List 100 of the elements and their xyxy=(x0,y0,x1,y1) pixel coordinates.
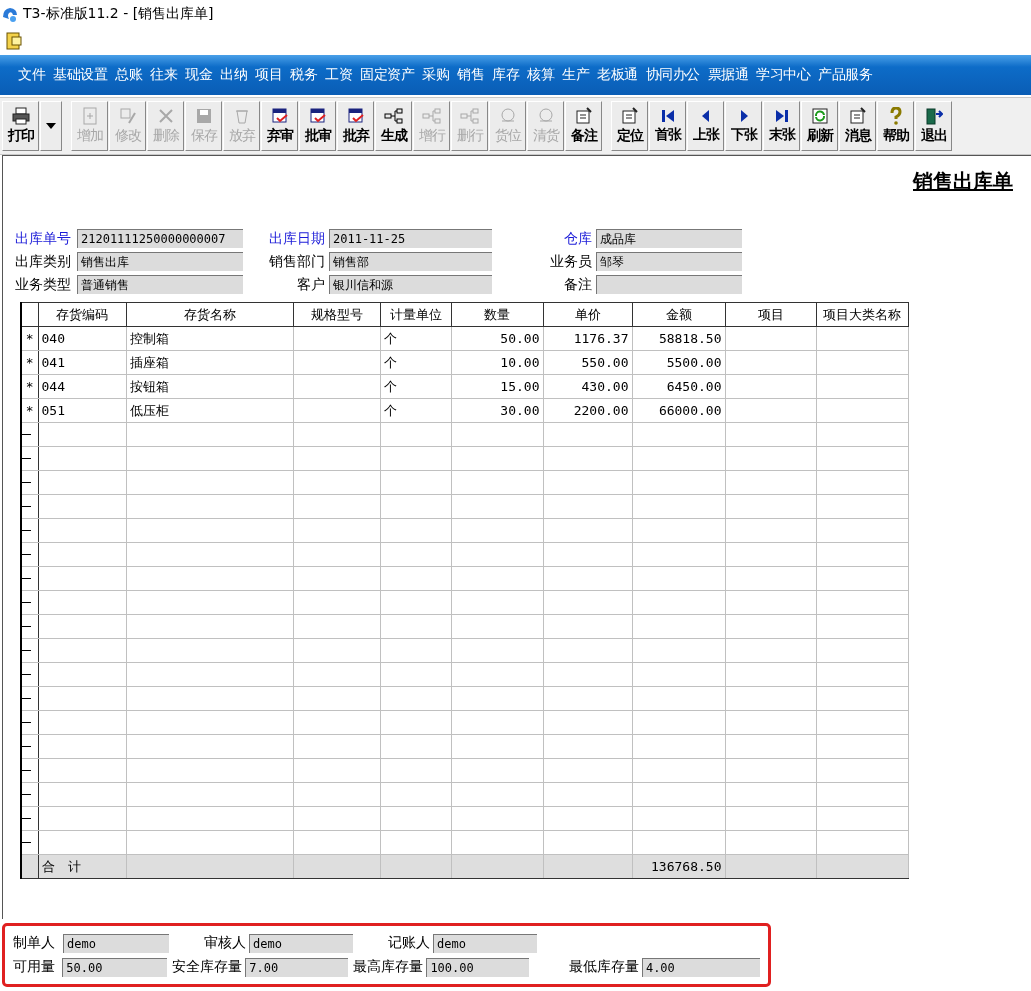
field-label: 出库单号 xyxy=(15,229,72,248)
toolbar-button[interactable]: 帮助 xyxy=(877,101,914,151)
column-header[interactable]: 项目 xyxy=(725,302,816,327)
column-header[interactable]: 项目大类名称 xyxy=(816,302,908,327)
menu-item[interactable]: 产品服务 xyxy=(814,66,876,84)
toolbar-button[interactable]: 上张 xyxy=(687,101,724,151)
input-field[interactable]: demo xyxy=(249,933,353,953)
table-cell: 6450.00 xyxy=(666,379,722,394)
toolbar-button[interactable]: 退出 xyxy=(915,101,952,151)
input-field[interactable]: 邹琴 xyxy=(596,252,742,271)
column-header[interactable]: 单价 xyxy=(543,302,632,327)
column-header[interactable]: 金额 xyxy=(632,302,725,327)
column-header[interactable]: 存货编码 xyxy=(38,302,126,327)
delete-icon xyxy=(156,107,175,125)
column-header[interactable]: 计量单位 xyxy=(380,302,451,327)
menu-item[interactable]: 核算 xyxy=(523,66,558,84)
menu-item[interactable]: 项目 xyxy=(251,66,286,84)
row-marker: * xyxy=(21,374,38,399)
menu-item[interactable]: 往来 xyxy=(146,66,181,84)
checked-form-icon xyxy=(308,107,327,125)
menu-item[interactable]: 销售 xyxy=(453,66,488,84)
menu-item[interactable]: 协同办公 xyxy=(641,66,704,84)
input-field[interactable]: 2011-11-25 xyxy=(329,229,492,248)
column-header[interactable]: 规格型号 xyxy=(293,302,380,327)
field-label: 制单人 xyxy=(13,934,56,952)
input-field[interactable]: 4.00 xyxy=(641,957,760,977)
toolbar-button[interactable]: 刷新 xyxy=(801,101,838,151)
table-cell: 按钮箱 xyxy=(129,378,169,394)
menu-item[interactable]: 基础设置 xyxy=(49,66,111,84)
menu-item[interactable]: 出纳 xyxy=(216,66,251,84)
field-label: 业务类型 xyxy=(15,275,72,294)
input-field[interactable]: 银川信和源 xyxy=(329,275,492,294)
printer-icon xyxy=(10,107,31,125)
field-label: 记账人 xyxy=(387,934,431,952)
input-field[interactable]: demo xyxy=(433,933,537,953)
input-field[interactable]: 50.00 xyxy=(62,957,167,977)
edit-icon xyxy=(118,107,137,125)
field-label: 出库类别 xyxy=(15,252,72,271)
input-field[interactable]: 7.00 xyxy=(245,957,348,977)
table-cell: 10.00 xyxy=(500,355,540,370)
note-icon xyxy=(574,107,593,125)
row-marker: * xyxy=(21,398,38,423)
toolbar-button[interactable]: 批弃 xyxy=(337,101,374,151)
table-cell: 044 xyxy=(41,379,65,394)
menu-item[interactable]: 文件 xyxy=(14,66,49,84)
table-cell: 15.00 xyxy=(500,379,540,394)
input-field[interactable]: 成品库 xyxy=(596,229,742,248)
menu-item[interactable]: 现金 xyxy=(181,66,216,84)
input-field[interactable]: demo xyxy=(63,933,169,953)
input-field[interactable]: 21201111250000000007 xyxy=(77,229,243,248)
input-field[interactable]: 销售出库 xyxy=(77,252,243,271)
row-marker: * xyxy=(21,326,38,351)
input-field[interactable] xyxy=(596,275,742,294)
table-cell: 430.00 xyxy=(581,379,629,394)
menu-item[interactable]: 税务 xyxy=(286,66,321,84)
menu-item[interactable]: 固定资产 xyxy=(356,66,418,84)
menu-item[interactable]: 老板通 xyxy=(593,66,642,84)
menu-item[interactable]: 工资 xyxy=(321,66,356,84)
checked-form-icon xyxy=(270,107,289,125)
toolbar-button[interactable]: 定位 xyxy=(611,101,648,151)
toolbar-button[interactable]: 生成 xyxy=(375,101,412,151)
menu-item[interactable]: 采购 xyxy=(418,66,453,84)
toolbar-button[interactable]: 下张 xyxy=(725,101,762,151)
dropdown-button[interactable] xyxy=(40,101,62,151)
menu-item[interactable]: 总账 xyxy=(111,66,146,84)
field-label: 仓库 xyxy=(563,229,593,248)
toolbar-button[interactable]: 首张 xyxy=(649,101,686,151)
last-record-icon xyxy=(774,108,789,124)
table-cell: 58818.50 xyxy=(658,331,722,346)
toolbar-button[interactable]: 批审 xyxy=(299,101,336,151)
checked-form-icon xyxy=(346,107,365,125)
menu-item[interactable]: 库存 xyxy=(488,66,523,84)
field-label: 审核人 xyxy=(203,934,247,952)
toolbar-button[interactable]: 弃审 xyxy=(261,101,298,151)
table-cell: 个 xyxy=(383,330,397,346)
menu-item[interactable]: 票据通 xyxy=(703,66,752,84)
total-amount: 136768.50 xyxy=(651,859,722,874)
column-header[interactable]: 存货名称 xyxy=(126,302,293,327)
row-marker: * xyxy=(21,350,38,375)
menu-item[interactable]: 学习中心 xyxy=(752,66,814,84)
branch-icon xyxy=(383,107,404,125)
column-header[interactable]: 数量 xyxy=(451,302,543,327)
field-label: 最低库存量 xyxy=(567,958,640,976)
window-title: T3-标准版11.2 - [销售出库单] xyxy=(23,4,214,23)
circle-icon xyxy=(498,107,517,125)
toolbar-button[interactable]: 消息 xyxy=(839,101,876,151)
folder-icon[interactable] xyxy=(4,31,24,51)
toolbar-button[interactable]: 末张 xyxy=(763,101,800,151)
input-field[interactable]: 销售部 xyxy=(329,252,492,271)
input-field[interactable]: 100.00 xyxy=(426,957,529,977)
table-cell: 1176.37 xyxy=(573,331,629,346)
field-label: 销售部门 xyxy=(268,252,326,271)
toolbar-button[interactable]: 备注 xyxy=(565,101,602,151)
menu-item[interactable]: 生产 xyxy=(558,66,593,84)
table-cell: 550.00 xyxy=(581,355,629,370)
exit-door-icon xyxy=(924,107,943,125)
input-field[interactable]: 普通销售 xyxy=(77,275,243,294)
table-cell: 051 xyxy=(41,403,65,418)
total-label: 合 计 xyxy=(41,858,81,874)
toolbar-button[interactable]: 打印 xyxy=(2,101,39,151)
